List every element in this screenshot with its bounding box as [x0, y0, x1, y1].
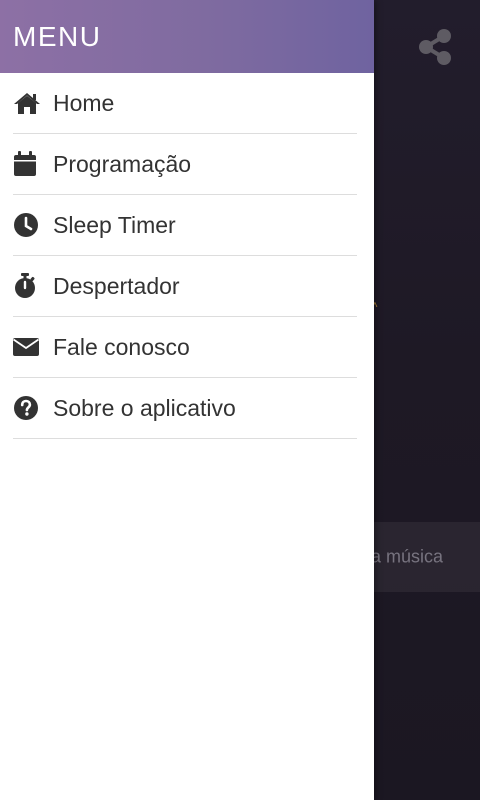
share-button[interactable]	[414, 26, 456, 68]
menu-label-fale-conosco: Fale conosco	[53, 333, 190, 360]
navigation-drawer: MENU Home Programação Sleep Timer Desper…	[0, 0, 374, 800]
calendar-icon	[13, 151, 41, 177]
question-circle-icon	[13, 395, 41, 421]
menu-label-home: Home	[53, 89, 115, 116]
menu-label-sobre: Sobre o aplicativo	[53, 394, 236, 421]
menu-item-sleep-timer[interactable]: Sleep Timer	[13, 195, 357, 256]
menu-item-fale-conosco[interactable]: Fale conosco	[13, 317, 357, 378]
now-playing-text: a música	[370, 546, 443, 567]
menu-label-sleep-timer: Sleep Timer	[53, 211, 176, 238]
menu-item-despertador[interactable]: Despertador	[13, 256, 357, 317]
menu-item-home[interactable]: Home	[13, 73, 357, 134]
menu-item-sobre[interactable]: Sobre o aplicativo	[13, 378, 357, 439]
stopwatch-icon	[13, 273, 41, 299]
menu-list: Home Programação Sleep Timer Despertador…	[0, 73, 374, 439]
home-icon	[13, 90, 41, 116]
clock-icon	[13, 212, 41, 238]
share-icon	[419, 29, 451, 65]
envelope-icon	[13, 334, 41, 360]
drawer-header: MENU	[0, 0, 374, 73]
menu-item-programacao[interactable]: Programação	[13, 134, 357, 195]
menu-label-despertador: Despertador	[53, 272, 180, 299]
drawer-title: MENU	[13, 20, 102, 52]
menu-label-programacao: Programação	[53, 150, 192, 177]
app-screen: ˄ a música MENU Home Programação Sleep T…	[0, 0, 480, 800]
